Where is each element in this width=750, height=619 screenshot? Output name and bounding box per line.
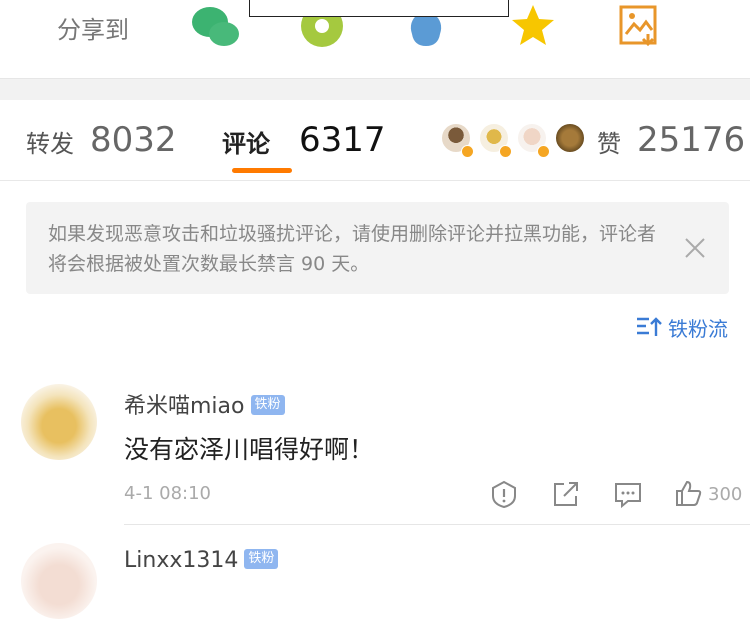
verified-badge-icon bbox=[499, 145, 512, 158]
save-image-icon[interactable] bbox=[618, 4, 662, 48]
comment-item: 希米喵miao 铁粉 没有宓泽川唱得好啊！ 4-1 08:10 300 bbox=[0, 380, 750, 530]
like-thumb-icon[interactable] bbox=[674, 479, 702, 507]
avatar[interactable] bbox=[21, 543, 97, 619]
tab-comments[interactable]: 评论 bbox=[222, 124, 270, 159]
fan-badge: 铁粉 bbox=[250, 395, 285, 415]
report-icon[interactable] bbox=[490, 480, 518, 508]
verified-badge-icon bbox=[537, 145, 550, 158]
comment-username[interactable]: 希米喵miao 铁粉 bbox=[124, 388, 285, 420]
tabs-bar: 转发 8032 评论 6317 赞 25176 bbox=[0, 100, 750, 181]
close-icon[interactable] bbox=[683, 236, 707, 260]
comment-text: 没有宓泽川唱得好啊！ bbox=[124, 435, 375, 464]
liker-avatar[interactable] bbox=[554, 122, 586, 154]
moderation-notice: 如果发现恶意攻击和垃圾骚扰评论，请使用删除评论并拉黑功能，评论者将会根据被处置次… bbox=[26, 202, 729, 294]
section-separator bbox=[0, 78, 750, 101]
avatar[interactable] bbox=[21, 384, 97, 460]
wechat-icon[interactable] bbox=[190, 4, 242, 50]
reply-icon[interactable] bbox=[614, 481, 642, 509]
sort-label: 铁粉流 bbox=[668, 316, 728, 341]
tab-repost[interactable]: 转发 bbox=[26, 124, 74, 159]
share-bar: 分享到 bbox=[0, 0, 750, 78]
share-label: 分享到 bbox=[57, 16, 129, 44]
repost-count[interactable]: 8032 bbox=[90, 120, 177, 160]
sort-toggle[interactable]: 铁粉流 bbox=[636, 312, 728, 342]
comment-username[interactable]: Linxx1314 铁粉 bbox=[124, 548, 279, 573]
username-text: 希米喵miao bbox=[124, 394, 245, 419]
favorite-star-icon[interactable] bbox=[510, 2, 556, 48]
comment-count[interactable]: 6317 bbox=[299, 120, 386, 160]
verified-badge-icon bbox=[461, 145, 474, 158]
overlay-frame bbox=[249, 0, 509, 17]
sort-icon bbox=[637, 317, 662, 336]
fan-badge: 铁粉 bbox=[244, 549, 279, 569]
tab-likes[interactable]: 赞 bbox=[597, 124, 621, 159]
username-text: Linxx1314 bbox=[124, 548, 239, 573]
active-tab-indicator bbox=[232, 168, 292, 173]
notice-text: 如果发现恶意攻击和垃圾骚扰评论，请使用删除评论并拉黑功能，评论者将会根据被处置次… bbox=[48, 223, 657, 275]
comment-divider bbox=[124, 524, 750, 525]
comment-time: 4-1 08:10 bbox=[124, 483, 211, 504]
share-comment-icon[interactable] bbox=[552, 480, 580, 508]
comment-like-count: 300 bbox=[708, 484, 743, 505]
comment-item: Linxx1314 铁粉 bbox=[0, 540, 750, 619]
like-count-total[interactable]: 25176 bbox=[637, 120, 745, 160]
